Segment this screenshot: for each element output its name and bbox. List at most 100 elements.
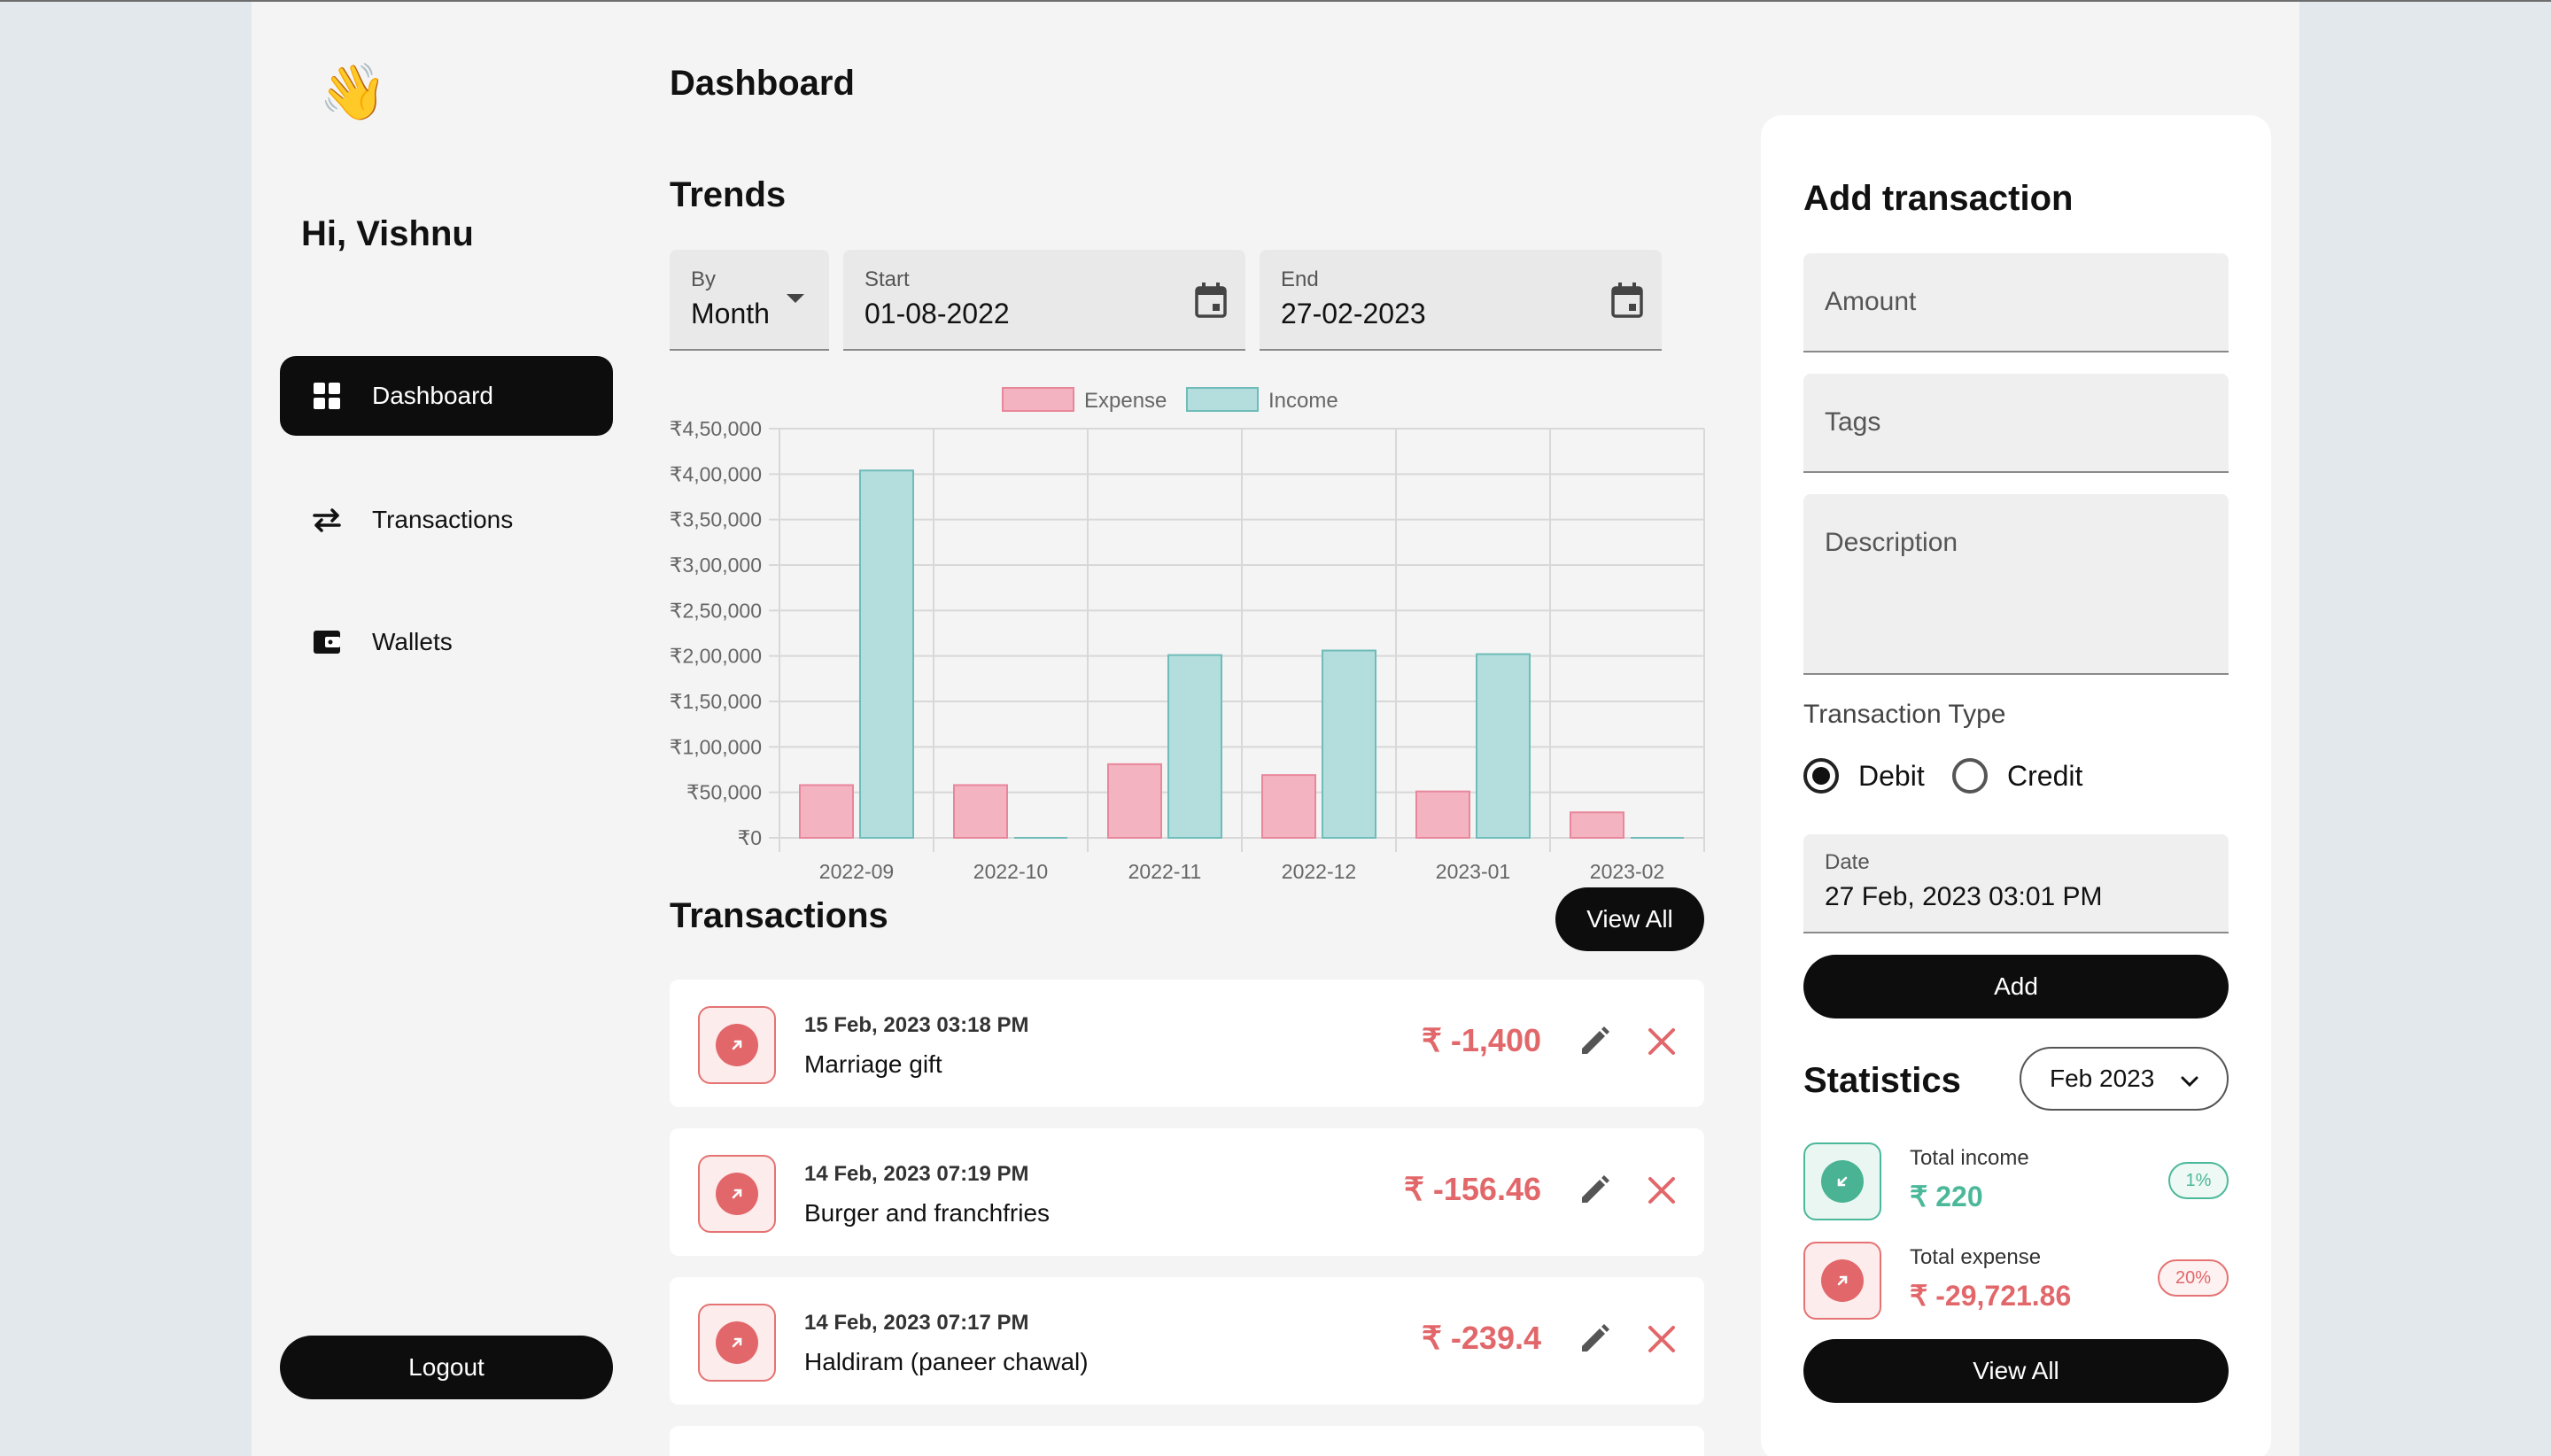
calendar-icon[interactable] bbox=[1194, 282, 1228, 323]
y-tick-label: ₹3,00,000 bbox=[670, 554, 762, 577]
y-tick-label: ₹4,00,000 bbox=[670, 462, 762, 485]
start-date-value: 01-08-2022 bbox=[865, 298, 1010, 329]
bar-expense bbox=[1415, 790, 1470, 840]
x-tick-label: 2022-09 bbox=[819, 860, 894, 883]
x-tick-label: 2022-11 bbox=[1128, 860, 1202, 883]
y-tick-label: ₹2,50,000 bbox=[670, 599, 762, 622]
y-tick-label: ₹3,50,000 bbox=[670, 508, 762, 531]
total-income-label: Total income bbox=[1910, 1146, 2029, 1170]
debit-radio[interactable]: Debit bbox=[1803, 758, 1925, 794]
transaction-card[interactable]: 14 Feb, 2023 07:17 PM Haldiram (paneer c… bbox=[670, 1277, 1704, 1405]
y-tick-label: ₹1,00,000 bbox=[670, 735, 762, 758]
transaction-description: Burger and franchfries bbox=[804, 1199, 1051, 1227]
trends-title: Trends bbox=[670, 175, 787, 214]
sidebar-item-dashboard[interactable]: Dashboard bbox=[280, 356, 613, 436]
page-title: Dashboard bbox=[670, 64, 855, 103]
delete-x-icon[interactable] bbox=[1646, 1174, 1678, 1211]
legend-label-income: Income bbox=[1268, 389, 1338, 413]
date-input[interactable]: Date 27 Feb, 2023 03:01 PM bbox=[1803, 834, 2229, 933]
date-label: Date bbox=[1825, 850, 1870, 874]
description-textarea[interactable]: Description bbox=[1803, 494, 2229, 675]
add-transaction-title: Add transaction bbox=[1803, 179, 2074, 218]
amount-input[interactable]: Amount bbox=[1803, 253, 2229, 352]
end-date-value: 27-02-2023 bbox=[1281, 298, 1426, 329]
debit-label: Debit bbox=[1858, 759, 1925, 792]
bar-income bbox=[859, 469, 914, 840]
swap-arrows-icon bbox=[310, 503, 344, 537]
chevron-down-icon bbox=[2179, 1070, 2200, 1098]
description-placeholder: Description bbox=[1825, 528, 1958, 557]
calendar-icon[interactable] bbox=[1610, 282, 1644, 323]
transaction-description: Haldiram (paneer chawal) bbox=[804, 1348, 1089, 1375]
total-expense-value: ₹ -29,721.86 bbox=[1910, 1280, 2072, 1312]
transaction-card[interactable]: 15 Feb, 2023 03:18 PM Marriage gift ₹ -1… bbox=[670, 980, 1704, 1107]
trends-bar-chart: ₹0 ₹50,000 ₹1,00,000 ₹1,50,000 ₹2,00,000 ₹2,5… bbox=[670, 387, 1705, 883]
transaction-date: 14 Feb, 2023 07:19 PM bbox=[804, 1162, 1029, 1186]
bar-expense bbox=[1107, 763, 1162, 839]
bar-expense bbox=[799, 784, 854, 840]
sidebar-item-label: Transactions bbox=[372, 506, 514, 533]
legend-swatch-expense bbox=[1002, 387, 1074, 412]
statistics-month-select[interactable]: Feb 2023 bbox=[2020, 1047, 2229, 1111]
edit-pencil-icon[interactable] bbox=[1577, 1321, 1612, 1361]
x-tick-label: 2023-01 bbox=[1436, 860, 1510, 883]
statistics-title: Statistics bbox=[1803, 1061, 1961, 1100]
dropdown-arrow-icon bbox=[787, 294, 804, 303]
edit-pencil-icon[interactable] bbox=[1577, 1024, 1612, 1064]
transaction-description: Marriage gift bbox=[804, 1050, 942, 1078]
legend-label-expense: Expense bbox=[1084, 389, 1167, 413]
transaction-amount: ₹ -239.4 bbox=[1422, 1320, 1541, 1356]
total-income-value: ₹ 220 bbox=[1910, 1181, 1983, 1212]
legend-swatch-income bbox=[1186, 387, 1259, 412]
group-by-value: Month bbox=[691, 298, 770, 329]
logout-button[interactable]: Logout bbox=[280, 1336, 613, 1399]
sidebar-item-wallets[interactable]: Wallets bbox=[280, 602, 613, 682]
sidebar-item-label: Wallets bbox=[372, 628, 453, 655]
y-tick-label: ₹0 bbox=[738, 826, 762, 849]
delete-x-icon[interactable] bbox=[1646, 1323, 1678, 1359]
x-tick-label: 2022-12 bbox=[1282, 860, 1356, 883]
expense-arrow-icon bbox=[698, 1006, 776, 1084]
month-value: Feb 2023 bbox=[2050, 1065, 2155, 1092]
start-date-label: Start bbox=[865, 267, 910, 291]
view-all-transactions-button[interactable]: View All bbox=[1555, 887, 1704, 951]
add-button[interactable]: Add bbox=[1803, 955, 2229, 1018]
edit-pencil-icon[interactable] bbox=[1577, 1173, 1612, 1212]
transaction-card[interactable]: 14 Feb, 2023 07:19 PM Burger and franchf… bbox=[670, 1128, 1704, 1256]
waving-hand-emoji: 👋 bbox=[319, 62, 388, 123]
credit-radio[interactable]: Credit bbox=[1952, 758, 2082, 794]
wallet-icon bbox=[310, 625, 344, 659]
delete-x-icon[interactable] bbox=[1646, 1026, 1678, 1062]
tags-input[interactable]: Tags bbox=[1803, 374, 2229, 473]
tags-placeholder: Tags bbox=[1825, 407, 1881, 437]
sidebar-item-transactions[interactable]: Transactions bbox=[280, 480, 613, 560]
income-arrow-icon bbox=[1803, 1142, 1881, 1220]
x-tick-label: 2023-02 bbox=[1590, 860, 1664, 883]
x-tick-label: 2022-10 bbox=[973, 860, 1048, 883]
radio-unchecked-icon bbox=[1952, 758, 1988, 794]
end-date-label: End bbox=[1281, 267, 1319, 291]
transaction-amount: ₹ -156.46 bbox=[1403, 1171, 1541, 1207]
expense-percent-badge: 20% bbox=[2158, 1259, 2229, 1297]
amount-placeholder: Amount bbox=[1825, 287, 1917, 316]
y-tick-label: ₹50,000 bbox=[686, 781, 762, 804]
transaction-date: 14 Feb, 2023 07:17 PM bbox=[804, 1311, 1029, 1335]
grid-icon bbox=[310, 379, 344, 413]
y-tick-label: ₹1,50,000 bbox=[670, 690, 762, 713]
radio-checked-icon bbox=[1803, 758, 1839, 794]
credit-label: Credit bbox=[2007, 759, 2083, 792]
transaction-amount: ₹ -1,400 bbox=[1422, 1022, 1541, 1058]
expense-arrow-icon bbox=[698, 1155, 776, 1233]
start-date-field[interactable]: Start 01-08-2022 bbox=[843, 250, 1245, 351]
y-tick-label: ₹4,50,000 bbox=[670, 417, 762, 440]
app-frame: 👋 Hi, Vishnu Dashboard Transactions Wall… bbox=[252, 2, 2299, 1456]
group-by-select[interactable]: By Month bbox=[670, 250, 829, 351]
bar-income bbox=[1167, 654, 1222, 840]
transaction-card-partial[interactable] bbox=[670, 1426, 1704, 1456]
income-percent-badge: 1% bbox=[2168, 1162, 2229, 1199]
view-all-statistics-button[interactable]: View All bbox=[1803, 1339, 2229, 1403]
transactions-title: Transactions bbox=[670, 896, 888, 935]
add-transaction-panel: Add transaction Amount Tags Description … bbox=[1761, 115, 2271, 1456]
bar-income bbox=[1322, 649, 1376, 839]
end-date-field[interactable]: End 27-02-2023 bbox=[1260, 250, 1662, 351]
